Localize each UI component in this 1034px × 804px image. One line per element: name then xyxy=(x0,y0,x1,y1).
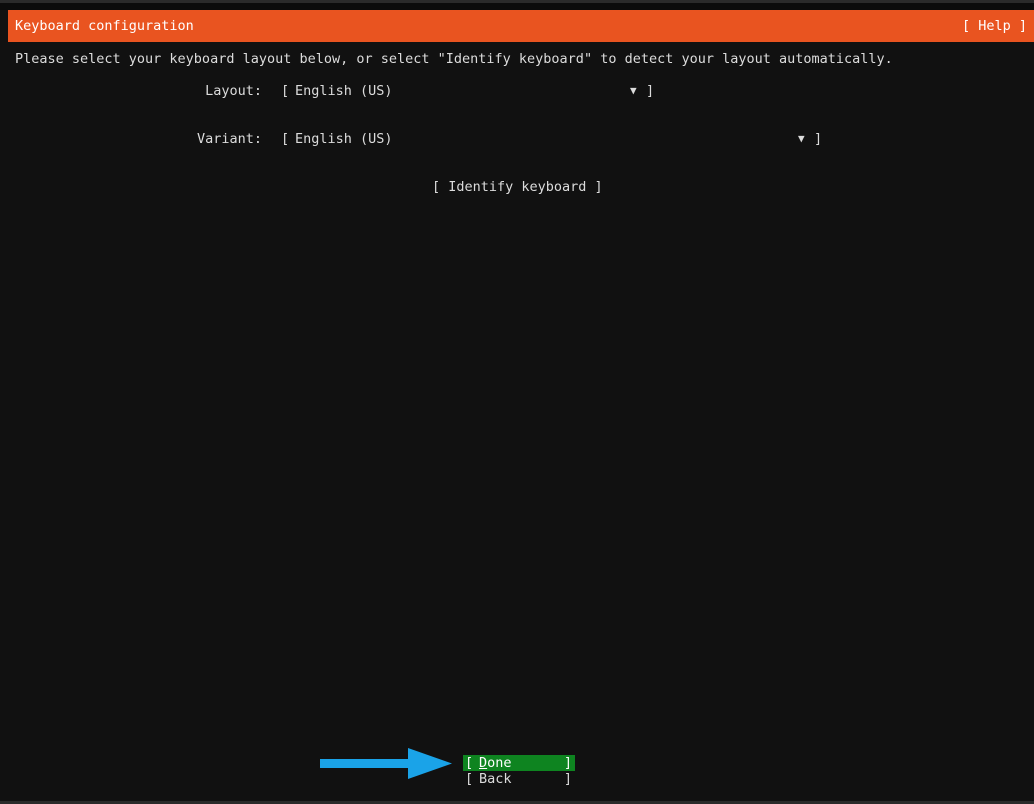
dropdown-arrow-icon: ▼ xyxy=(798,132,805,145)
layout-select[interactable]: [ English (US) ▼ ] xyxy=(281,83,656,101)
done-button-label: Done xyxy=(479,755,512,771)
variant-select-value: English (US) xyxy=(295,131,393,147)
back-open-bracket: [ xyxy=(465,771,474,787)
variant-select-close-bracket: ] xyxy=(814,131,823,147)
window-top-strip xyxy=(0,0,1034,10)
pointer-arrow-icon xyxy=(320,748,452,779)
layout-select-close-bracket: ] xyxy=(646,83,655,99)
layout-select-value: English (US) xyxy=(295,83,393,99)
variant-select-open-bracket: [ xyxy=(281,131,290,147)
done-button[interactable]: [ Done ] xyxy=(463,755,575,771)
back-close-bracket: ] xyxy=(563,771,572,787)
page-title: Keyboard configuration xyxy=(15,18,194,34)
instructions-text: Please select your keyboard layout below… xyxy=(15,51,893,67)
help-button[interactable]: [ Help ] xyxy=(962,18,1027,34)
identify-keyboard-button[interactable]: [ Identify keyboard ] xyxy=(432,179,603,195)
done-close-bracket: ] xyxy=(563,755,572,771)
back-button-label: Back xyxy=(479,771,512,787)
variant-label: Variant: xyxy=(196,131,262,147)
header-bar: Keyboard configuration [ Help ] xyxy=(8,10,1034,42)
dropdown-arrow-icon: ▼ xyxy=(630,84,637,97)
back-button[interactable]: [ Back ] xyxy=(463,771,575,787)
done-open-bracket: [ xyxy=(465,755,474,771)
layout-label: Layout: xyxy=(205,83,262,99)
layout-select-open-bracket: [ xyxy=(281,83,290,99)
variant-select[interactable]: [ English (US) ▼ ] xyxy=(281,131,826,149)
